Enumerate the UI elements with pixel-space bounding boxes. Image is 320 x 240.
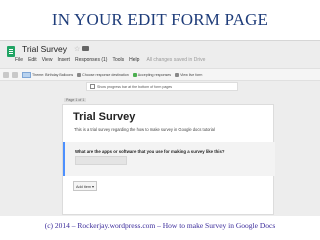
accepting-label: Accepting responses bbox=[137, 72, 172, 77]
save-status: All changes saved in Drive bbox=[146, 57, 206, 63]
check-icon bbox=[132, 72, 137, 77]
progress-bar-label: Show progress bar at the bottom of form … bbox=[97, 84, 173, 89]
menu-responses[interactable]: Responses (1) bbox=[75, 57, 108, 66]
spreadsheet-icon bbox=[77, 72, 82, 77]
add-item-button[interactable]: Add item ▾ bbox=[73, 181, 97, 191]
settings-button[interactable] bbox=[12, 71, 18, 78]
view-live-form-button[interactable]: View live form bbox=[175, 72, 203, 77]
form-card: Trial Survey This is a trial survey rega… bbox=[62, 104, 275, 215]
theme-label: Theme: Birthday Balloons bbox=[32, 72, 74, 77]
theme-button[interactable]: Theme: Birthday Balloons bbox=[22, 71, 74, 78]
google-forms-icon[interactable] bbox=[7, 46, 15, 57]
menu-tools[interactable]: Tools bbox=[112, 57, 124, 66]
menu-edit[interactable]: Edit bbox=[28, 57, 37, 66]
accepting-responses-button[interactable]: Accepting responses bbox=[132, 72, 172, 77]
destination-label: Choose response destination bbox=[82, 72, 129, 77]
view-form-label: View live form bbox=[180, 72, 203, 77]
menu-file[interactable]: File bbox=[15, 57, 23, 66]
menu-help[interactable]: Help bbox=[129, 57, 139, 66]
menu-bar: File Edit View Insert Responses (1) Tool… bbox=[15, 57, 205, 66]
progress-bar-option: Show progress bar at the bottom of form … bbox=[86, 82, 238, 91]
slide-title: IN YOUR EDIT FORM PAGE bbox=[51, 10, 269, 29]
theme-swatch-icon bbox=[22, 71, 31, 78]
google-forms-editor-screenshot: Trial Survey ☆ File Edit View Insert Res… bbox=[0, 40, 320, 216]
answer-field bbox=[75, 156, 127, 165]
question-title: What are the apps or software that you u… bbox=[75, 149, 225, 154]
progress-bar-checkbox[interactable] bbox=[90, 84, 95, 89]
menu-insert[interactable]: Insert bbox=[57, 57, 70, 66]
edit-questions-button[interactable] bbox=[3, 71, 9, 78]
menu-view[interactable]: View bbox=[42, 57, 53, 66]
form-title[interactable]: Trial Survey bbox=[73, 111, 135, 123]
eye-icon bbox=[175, 72, 180, 77]
form-description[interactable]: This is a trial survey regarding the how… bbox=[74, 127, 215, 132]
document-title[interactable]: Trial Survey bbox=[22, 44, 67, 54]
folder-icon[interactable] bbox=[82, 46, 89, 51]
page-indicator: Page 1 of 1 bbox=[64, 98, 87, 102]
slide-footer: (c) 2014 – Rockerjay.wordpress.com – How… bbox=[44, 221, 276, 230]
question-item[interactable]: What are the apps or software that you u… bbox=[63, 142, 275, 176]
star-icon[interactable]: ☆ bbox=[74, 45, 80, 53]
choose-destination-button[interactable]: Choose response destination bbox=[77, 72, 129, 77]
toolbar: Theme: Birthday Balloons Choose response… bbox=[0, 68, 320, 81]
